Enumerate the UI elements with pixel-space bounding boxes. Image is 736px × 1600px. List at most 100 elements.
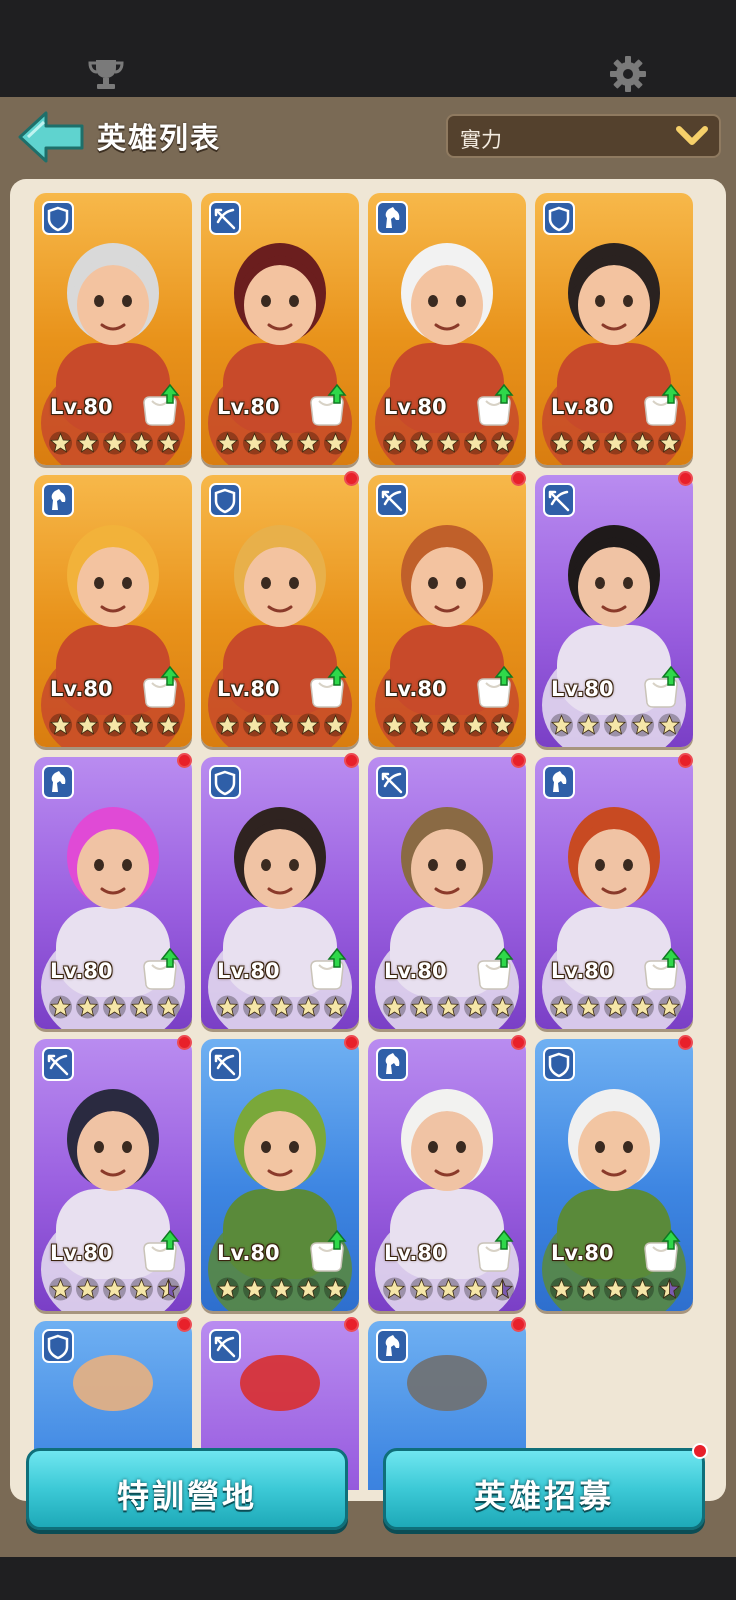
upgrade-available-icon [143,665,180,708]
hero-grid[interactable]: Lv.80 Lv.80 Lv.80 Lv.80 Lv.80 Lv.80 Lv.80 Lv.80… [10,179,726,1501]
star-rating [382,431,516,455]
star-icon [491,431,514,455]
star-icon [631,1277,654,1301]
upgrade-available-icon [143,383,180,426]
star-icon [324,1277,347,1301]
star-icon [216,1277,239,1301]
star-rating [215,431,349,455]
header: 英雄列表 實力 [0,97,736,177]
star-icon [383,431,406,455]
star-rating [48,1277,182,1301]
shield-role-icon [543,1047,575,1081]
upgrade-available-icon [477,1229,514,1272]
star-icon [103,713,126,737]
upgrade-available-icon [310,947,347,990]
hero-grid-scroll[interactable]: Lv.80 Lv.80 Lv.80 Lv.80 Lv.80 Lv.80 Lv.80 Lv.80… [10,179,726,1490]
notification-dot [177,1035,192,1050]
notification-dot [177,1317,192,1332]
trophy-icon[interactable] [86,54,126,94]
sort-value: 實力 [460,128,502,152]
hero-card[interactable]: Lv.80 [368,475,526,747]
top-bar [0,0,736,97]
star-icon [270,431,293,455]
star-rating [382,995,516,1019]
shield-role-icon [543,201,575,235]
star-icon [297,995,320,1019]
star-icon [76,713,99,737]
gear-icon[interactable] [608,54,648,94]
star-icon [297,431,320,455]
notification-dot [511,471,526,486]
star-icon [631,995,654,1019]
hero-level: Lv.80 [551,677,614,701]
hero-card[interactable]: Lv.80 [34,193,192,465]
hero-level: Lv.80 [384,395,447,419]
sort-dropdown[interactable]: 實力 [446,114,721,158]
notification-dot [511,1035,526,1050]
star-icon [103,431,126,455]
shield-role-icon [42,201,74,235]
star-icon [491,995,514,1019]
star-icon [464,431,487,455]
star-icon [410,1277,433,1301]
hero-card[interactable]: Lv.80 [535,475,693,747]
hero-card[interactable]: Lv.80 [368,1039,526,1311]
star-icon [383,995,406,1019]
hero-card[interactable]: Lv.80 [201,1039,359,1311]
star-icon [157,995,180,1019]
star-icon [604,431,627,455]
crossbow-role-icon [42,1047,74,1081]
hero-card[interactable]: Lv.80 [535,757,693,1029]
hero-level: Lv.80 [217,395,280,419]
hero-level: Lv.80 [50,395,113,419]
crossbow-role-icon [209,1329,241,1363]
star-icon [49,431,72,455]
star-icon [216,713,239,737]
hero-card[interactable]: Lv.80 [368,757,526,1029]
star-icon [243,431,266,455]
notification-dot [344,1317,359,1332]
star-rating [549,1277,683,1301]
hero-card[interactable]: Lv.80 [201,193,359,465]
notification-dot [511,1317,526,1332]
star-icon [157,431,180,455]
star-rating [382,1277,516,1301]
hero-card[interactable]: Lv.80 [34,757,192,1029]
page-title: 英雄列表 [97,121,222,155]
crossbow-role-icon [543,483,575,517]
horse-role-icon [543,765,575,799]
star-icon [550,1277,573,1301]
training-camp-button[interactable]: 特訓營地 [26,1448,348,1530]
hero-recruit-button[interactable]: 英雄招募 [383,1443,708,1530]
horse-role-icon [376,201,408,235]
star-icon [49,1277,72,1301]
hero-card[interactable]: Lv.80 [535,193,693,465]
star-rating [549,431,683,455]
star-icon [216,995,239,1019]
hero-card[interactable]: Lv.80 [535,1039,693,1311]
star-icon [604,1277,627,1301]
hero-card[interactable]: Lv.80 [34,1039,192,1311]
star-rating [48,995,182,1019]
hero-card[interactable]: Lv.80 [34,475,192,747]
hero-list-panel: 英雄列表 實力 Lv.80 Lv.80 Lv.80 Lv.80 Lv.80 Lv.80 Lv… [0,97,736,1557]
star-icon [157,713,180,737]
upgrade-available-icon [310,383,347,426]
notification-dot [678,753,693,768]
hero-card[interactable]: Lv.80 [201,475,359,747]
hero-card[interactable]: Lv.80 [368,193,526,465]
star-icon [437,1277,460,1301]
star-icon [297,713,320,737]
star-icon [297,1277,320,1301]
star-icon [76,431,99,455]
hero-card[interactable]: Lv.80 [201,757,359,1029]
hero-level: Lv.80 [384,1241,447,1265]
star-icon [76,995,99,1019]
star-icon [658,1277,681,1301]
back-arrow-icon[interactable] [16,109,86,165]
notification-dot [678,471,693,486]
star-icon [410,995,433,1019]
horse-role-icon [376,1047,408,1081]
shield-role-icon [42,1329,74,1363]
upgrade-available-icon [644,947,681,990]
